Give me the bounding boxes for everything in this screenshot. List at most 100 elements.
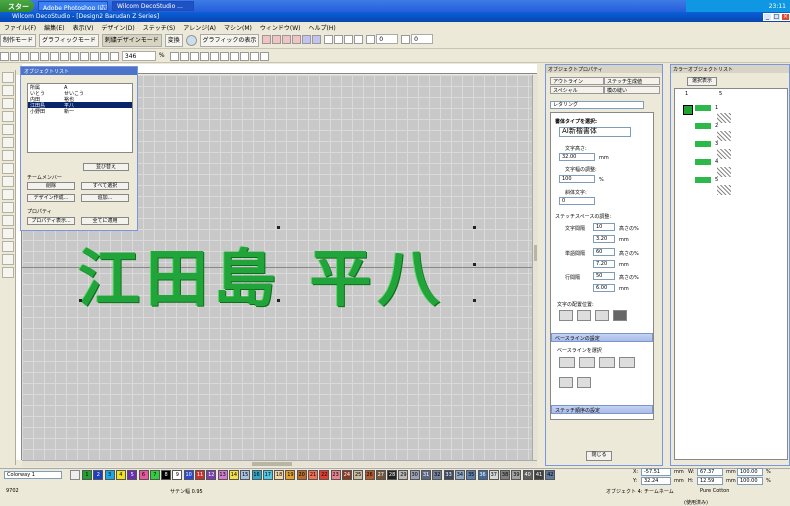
view-g-icon[interactable] [229,52,239,61]
diamond-tool-icon[interactable] [2,241,14,252]
reshape-tool-icon[interactable] [2,85,14,96]
color-swatch[interactable]: 28 [387,470,398,480]
color-swatch[interactable]: 6 [138,470,149,480]
tab-pattern-stitch[interactable]: 模の縫い [604,86,660,94]
menu-item[interactable]: ファイル(F) [0,22,40,33]
add-button[interactable]: 追加... [81,194,129,202]
color-swatch[interactable]: 35 [466,470,477,480]
cut-icon[interactable] [50,52,59,61]
skew-icon[interactable] [401,35,411,44]
char-spacing-field[interactable]: 10 [593,223,615,231]
color-swatch[interactable]: 38 [500,470,511,480]
word-spacing-mm-field[interactable]: 7.20 [593,260,615,268]
color-swatch[interactable]: 18 [274,470,285,480]
color-object-grid[interactable]: 1 5 1 2 3 4 5 [674,88,788,460]
view-i-icon[interactable] [249,52,259,61]
color-row-swatch[interactable] [695,177,711,183]
monogram-tool-icon[interactable] [2,267,14,278]
stitch-d-icon[interactable] [292,35,302,44]
list-item[interactable]: 小野田 新一 [28,108,132,115]
color-swatch[interactable]: 26 [364,470,375,480]
delete-button[interactable]: 削除 [27,182,75,190]
tab-stitch-values[interactable]: ステッチ生成値 [604,77,660,85]
brush-tool-icon[interactable] [2,124,14,135]
mirror-icon[interactable] [334,35,344,44]
selection-handle[interactable] [473,226,476,229]
selection-handle[interactable] [277,299,280,302]
menu-item[interactable]: 表示(V) [69,22,98,33]
object-type-select[interactable]: レタリング [550,101,644,109]
color-swatch[interactable]: 24 [341,470,352,480]
color-swatch[interactable]: 41 [534,470,544,480]
copy-icon[interactable] [60,52,69,61]
color-swatch[interactable]: 22 [319,470,330,480]
word-spacing-field[interactable]: 60 [593,248,615,256]
color-swatch[interactable]: 12 [206,470,217,480]
color-row-thumbnail[interactable] [717,131,731,141]
color-swatch[interactable]: 25 [353,470,364,480]
globe-icon[interactable] [185,35,197,46]
team-tool-icon[interactable] [2,215,14,226]
color-swatch[interactable]: 40 [522,470,533,480]
color-swatch[interactable]: 14 [228,470,239,480]
color-swatch[interactable]: 29 [398,470,409,480]
print-icon[interactable] [30,52,39,61]
h-percent-field[interactable]: 100.00 [737,477,763,485]
align-icon[interactable] [324,35,334,44]
rotate-field[interactable]: 0 [376,34,399,44]
stitch-f-icon[interactable] [312,35,322,44]
color-swatch[interactable]: 8 [161,470,172,480]
new-icon[interactable] [0,52,9,61]
vertical-scrollbar[interactable] [532,75,538,460]
convert-button[interactable]: 変換 [164,34,183,47]
tab-outline[interactable]: アウトライン [550,77,604,85]
tab-special[interactable]: スペシャル [550,86,604,94]
color-swatch[interactable]: 42 [545,470,556,480]
char-spacing-mm-field[interactable]: 3.20 [593,235,615,243]
color-swatch[interactable]: 10 [183,470,194,480]
redo-icon[interactable] [90,52,99,61]
mode-embroidery-button[interactable]: 刺繍デザインモード [101,34,162,47]
color-swatch[interactable]: 19 [285,470,296,480]
color-row-swatch[interactable] [695,159,711,165]
create-design-button[interactable]: デザイン作成... [27,194,75,202]
team-name-list[interactable]: 所属 A いとう せいこう 内田 裕也 江田島 平八 小野田 新一 [27,83,133,153]
close-icon[interactable]: × [781,13,790,21]
color-swatch[interactable]: 39 [511,470,522,480]
baseline-custom-icon[interactable] [619,357,635,368]
selection-handle[interactable] [473,299,476,302]
color-row-thumbnail[interactable] [717,185,731,195]
x-field[interactable]: -57.51 [641,468,671,476]
color-row-swatch[interactable] [695,105,711,111]
zoom-field[interactable]: 346 [121,51,156,61]
view-d-icon[interactable] [199,52,209,61]
vertical-a-icon[interactable] [559,377,573,388]
sort-button[interactable]: 並び替え [83,163,129,171]
color-swatch[interactable]: 33 [443,470,454,480]
maximize-icon[interactable]: □ [772,13,781,21]
minimize-icon[interactable]: _ [763,13,772,21]
color-swatch[interactable]: 9 [172,470,183,480]
color-row-swatch[interactable] [695,123,711,129]
baseline-straight-icon[interactable] [559,357,575,368]
color-row-thumbnail[interactable] [717,113,731,123]
colorway-select[interactable]: Colorway 1 [4,471,62,479]
color-swatch[interactable]: 16 [251,470,262,480]
line-spacing-mm-field[interactable]: 6.00 [593,284,615,292]
stitch-b-icon[interactable] [272,35,282,44]
knife-tool-icon[interactable] [2,163,14,174]
menu-item[interactable]: ヘルプ(H) [305,22,340,33]
align-left-icon[interactable] [559,310,573,321]
view-e-icon[interactable] [209,52,219,61]
color-swatch[interactable]: 27 [375,470,386,480]
save-icon[interactable] [20,52,29,61]
align-justify-icon[interactable] [613,310,627,321]
menu-item[interactable]: アレンジ(A) [179,22,220,33]
color-swatch[interactable]: 21 [308,470,318,480]
fill-tool-icon[interactable] [2,137,14,148]
menu-item[interactable]: ステッチ(S) [139,22,180,33]
color-swatch[interactable]: 36 [477,470,488,480]
zoom-tool-icon[interactable] [2,189,14,200]
color-swatch[interactable]: 5 [127,470,138,480]
view-h-icon[interactable] [239,52,249,61]
